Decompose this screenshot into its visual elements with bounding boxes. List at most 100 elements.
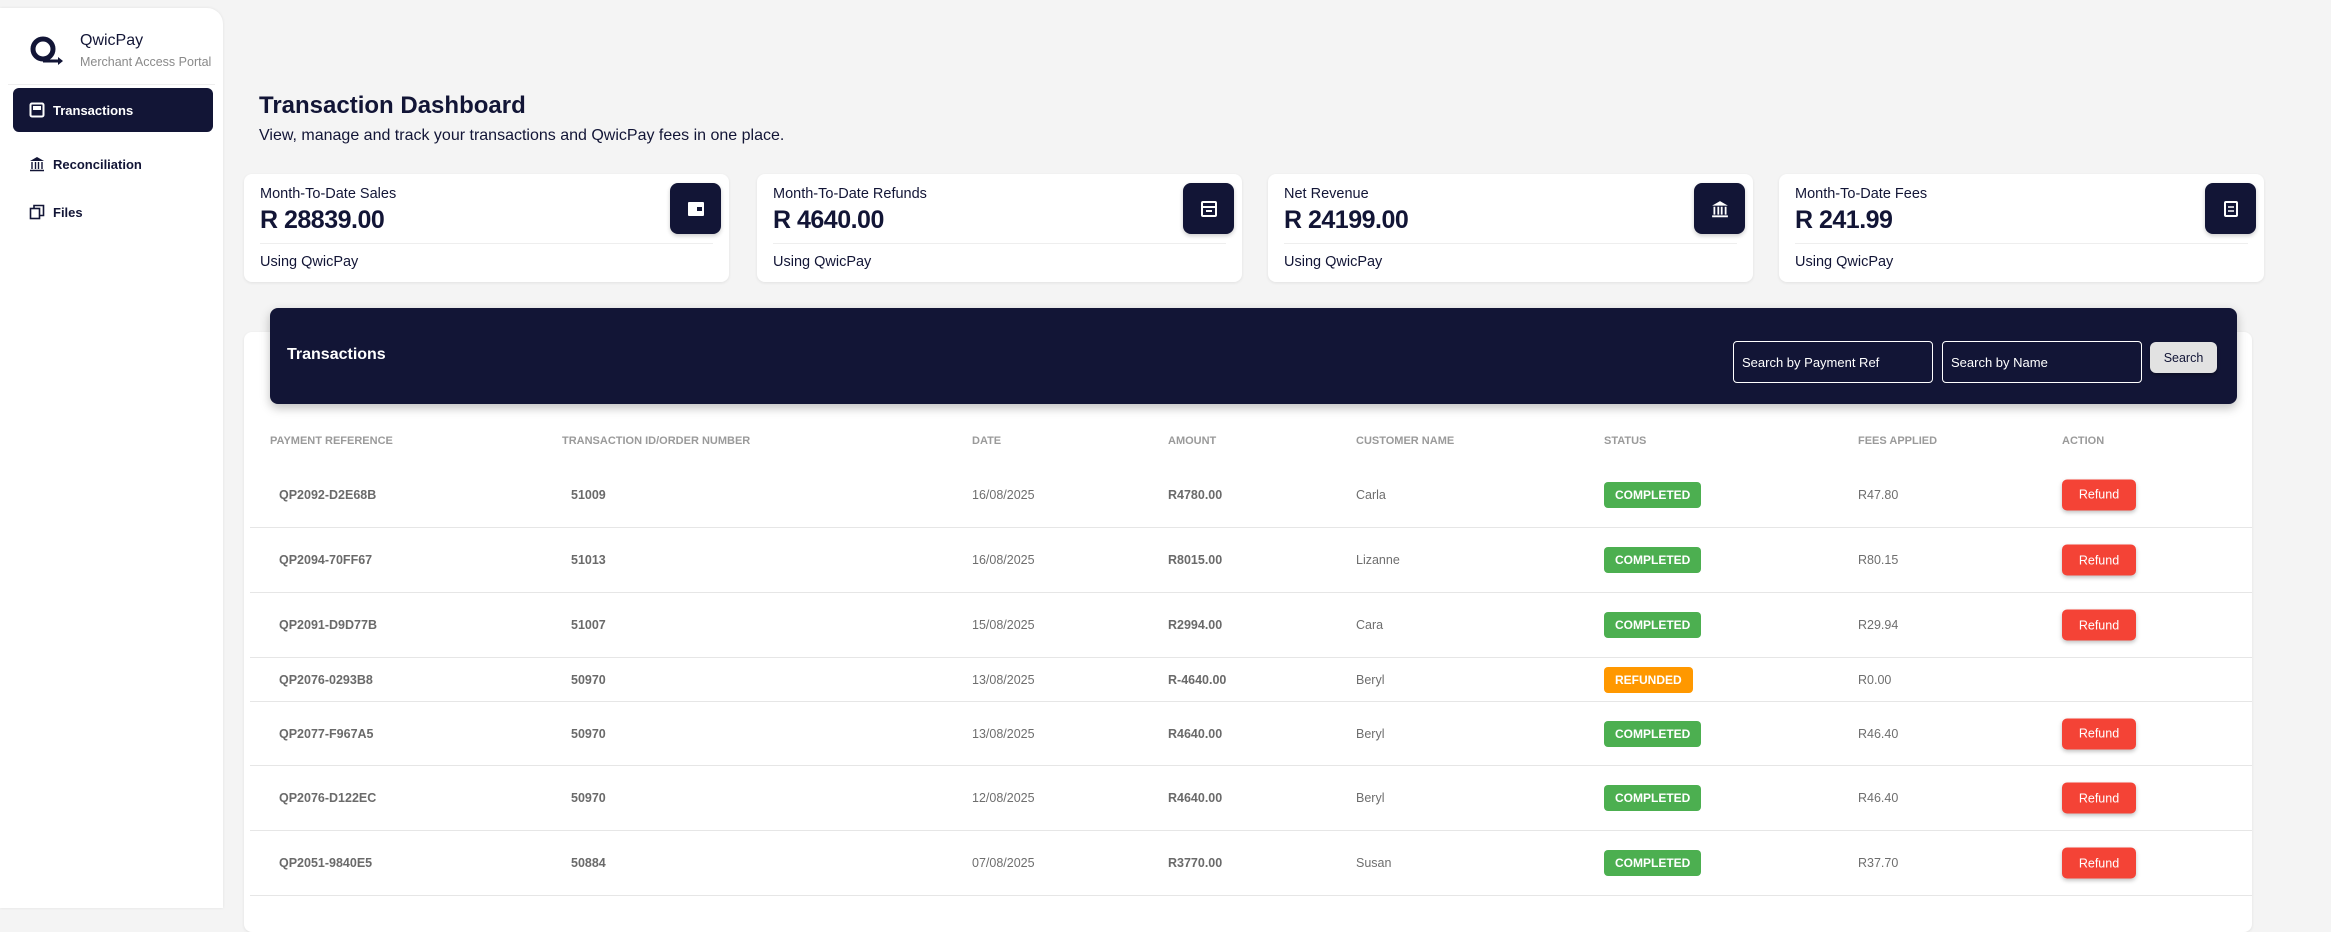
card-value: R 241.99 (1795, 206, 1893, 234)
qwicpay-logo-icon (30, 36, 63, 65)
document-icon (2205, 183, 2256, 234)
fees-applied: R37.70 (1858, 856, 1899, 870)
column-header: DATE (972, 435, 1002, 447)
page-subtitle: View, manage and track your transactions… (259, 127, 785, 144)
table-row: QP2051-9840E5 50884 07/08/2025 R3770.00 Susa… (250, 831, 2252, 896)
payment-reference: QP2077-F967A5 (279, 726, 374, 741)
customer-name: Cara (1356, 618, 1384, 632)
status-badge: COMPLETED (1604, 850, 1702, 876)
brand[interactable]: QwicPay Merchant Access Portal (30, 32, 211, 69)
transaction-id: 51007 (571, 618, 606, 632)
transaction-id: 51009 (571, 487, 606, 502)
amount: R4640.00 (1168, 791, 1223, 805)
card-label: Net Revenue (1284, 186, 1369, 202)
amount: R4780.00 (1168, 487, 1223, 502)
table-row: QP2092-D2E68B 51009 16/08/2025 R4780.00 Carl… (250, 462, 2252, 528)
refund-button[interactable]: Refund (2062, 718, 2136, 749)
table-row: QP2094-70FF67 51013 16/08/2025 R8015.00 Liza… (250, 528, 2252, 593)
status-badge: REFUNDED (1604, 666, 1693, 693)
payment-reference: QP2092-D2E68B (279, 487, 377, 502)
customer-name: Beryl (1356, 672, 1385, 687)
column-header: CUSTOMER NAME (1356, 435, 1455, 447)
bank-icon (30, 157, 44, 172)
transaction-id: 50970 (571, 791, 606, 805)
fees-applied: R46.40 (1858, 726, 1899, 741)
receipt-icon (1183, 183, 1234, 234)
search-button[interactable]: Search (2150, 342, 2217, 373)
payment-reference: QP2091-D9D77B (279, 618, 377, 632)
column-header: ACTION (2062, 435, 2105, 447)
page-title: Transaction Dashboard (259, 92, 526, 119)
brand-name: QwicPay (80, 32, 144, 49)
date: 12/08/2025 (972, 791, 1035, 805)
transaction-id: 51013 (571, 553, 606, 567)
divider (1795, 243, 2248, 244)
divider (260, 243, 713, 244)
refund-button[interactable]: Refund (2062, 609, 2136, 641)
fees-applied: R47.80 (1858, 487, 1899, 502)
refund-button[interactable]: Refund (2062, 544, 2136, 576)
amount: R2994.00 (1168, 618, 1223, 632)
status-badge: COMPLETED (1604, 547, 1702, 573)
refund-button[interactable]: Refund (2062, 479, 2136, 510)
refund-button[interactable]: Refund (2062, 847, 2136, 879)
date: 16/08/2025 (972, 553, 1035, 567)
transaction-id: 50970 (571, 672, 606, 687)
card-footer: Using QwicPay (773, 254, 872, 270)
transaction-id: 50884 (571, 856, 606, 870)
customer-name: Beryl (1356, 791, 1385, 805)
sidebar-item-label: Reconciliation (53, 156, 142, 172)
card-label: Month-To-Date Fees (1795, 186, 1928, 202)
amount: R8015.00 (1168, 553, 1223, 567)
card-value: R 28839.00 (260, 206, 385, 234)
sidebar-item-label: Files (53, 204, 83, 220)
status-badge: COMPLETED (1604, 481, 1702, 508)
bank-icon (1694, 183, 1745, 234)
card-label: Month-To-Date Refunds (773, 186, 927, 202)
date: 16/08/2025 (972, 487, 1035, 502)
search-payment-ref-input[interactable] (1733, 341, 1933, 383)
fees-applied: R29.94 (1858, 618, 1899, 632)
customer-name: Susan (1356, 856, 1392, 870)
table-row: QP2077-F967A5 50970 13/08/2025 R4640.00 Bery… (250, 702, 2252, 766)
table-row: QP2091-D9D77B 51007 15/08/2025 R2994.00 Cara… (250, 593, 2252, 658)
date: 13/08/2025 (972, 726, 1035, 741)
amount: R4640.00 (1168, 726, 1223, 741)
sidebar: QwicPay Merchant Access Portal Transacti… (0, 8, 223, 908)
status-badge: COMPLETED (1604, 612, 1702, 638)
status-badge: COMPLETED (1604, 785, 1702, 811)
table-row: QP2076-D122EC 50970 12/08/2025 R4640.00 Bery… (250, 766, 2252, 831)
brand-subtitle: Merchant Access Portal (80, 55, 212, 69)
card-footer: Using QwicPay (260, 254, 359, 270)
stat-card-fees: Month-To-Date Fees R 241.99 Using QwicPa… (1779, 174, 2264, 282)
column-header: TRANSACTION ID/ORDER NUMBER (562, 435, 751, 447)
column-header: AMOUNT (1168, 435, 1217, 447)
wallet-icon (670, 183, 721, 234)
sidebar-item-transactions[interactable]: Transactions (13, 88, 213, 132)
fees-applied: R46.40 (1858, 791, 1899, 805)
divider (8, 84, 215, 85)
status-badge: COMPLETED (1604, 720, 1702, 747)
payment-reference: QP2076-D122EC (279, 791, 377, 805)
divider (1284, 243, 1737, 244)
divider (773, 243, 1226, 244)
files-icon (29, 204, 45, 220)
stat-card-net-revenue: Net Revenue R 24199.00 Using QwicPay (1268, 174, 1753, 282)
sidebar-item-files[interactable]: Files (13, 190, 213, 234)
fees-applied: R0.00 (1858, 672, 1892, 687)
column-header: FEES APPLIED (1858, 435, 1938, 447)
customer-name: Carla (1356, 487, 1386, 502)
search-name-input[interactable] (1942, 341, 2142, 383)
card-value: R 24199.00 (1284, 206, 1409, 234)
amount: R-4640.00 (1168, 672, 1227, 687)
date: 13/08/2025 (972, 672, 1035, 687)
transaction-id: 50970 (571, 726, 606, 741)
sidebar-item-reconciliation[interactable]: Reconciliation (13, 142, 213, 186)
sidebar-item-label: Transactions (53, 102, 134, 118)
amount: R3770.00 (1168, 856, 1223, 870)
card-footer: Using QwicPay (1795, 254, 1894, 270)
payment-reference: QP2051-9840E5 (279, 856, 373, 870)
fees-applied: R80.15 (1858, 553, 1899, 567)
stat-card-refunds: Month-To-Date Refunds R 4640.00 Using Qw… (757, 174, 1242, 282)
refund-button[interactable]: Refund (2062, 782, 2136, 814)
